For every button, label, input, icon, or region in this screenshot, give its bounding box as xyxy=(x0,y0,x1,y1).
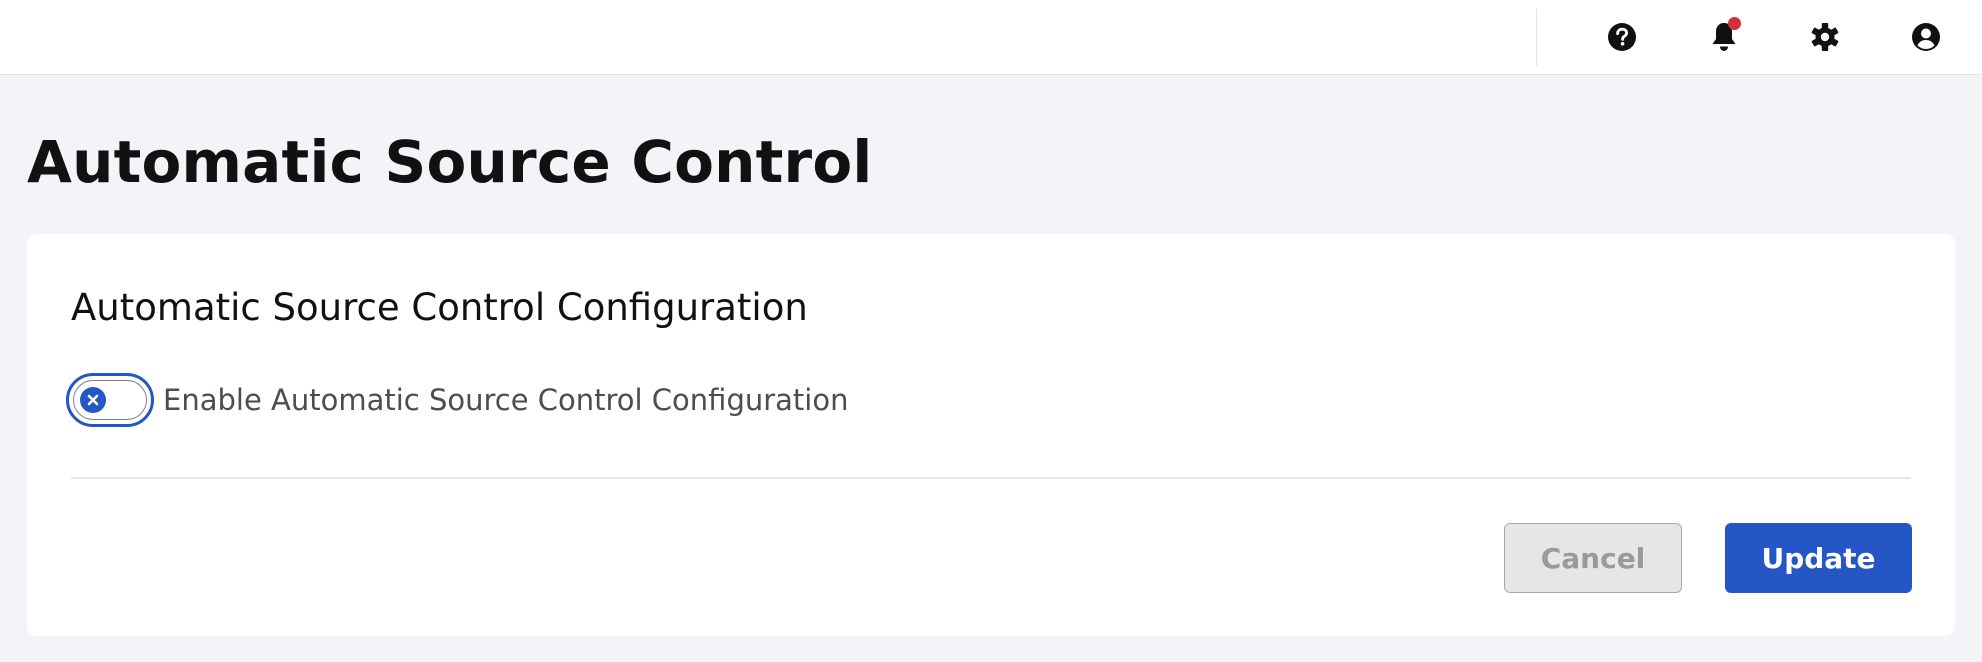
card-divider xyxy=(71,477,1911,479)
page-title: Automatic Source Control xyxy=(27,128,873,196)
help-icon xyxy=(1608,23,1636,51)
top-header xyxy=(0,0,1982,75)
update-button[interactable]: Update xyxy=(1725,523,1912,593)
close-icon xyxy=(87,394,99,406)
card-title: Automatic Source Control Configuration xyxy=(71,286,808,329)
toggle-track xyxy=(73,380,147,420)
config-card: Automatic Source Control Configuration E… xyxy=(27,234,1955,636)
settings-button[interactable] xyxy=(1809,17,1841,57)
notifications-button[interactable] xyxy=(1708,17,1741,57)
enable-toggle[interactable] xyxy=(66,373,154,427)
notification-badge xyxy=(1728,17,1741,30)
user-icon xyxy=(1912,23,1940,51)
cancel-button[interactable]: Cancel xyxy=(1504,523,1682,593)
header-divider xyxy=(1536,9,1537,66)
toggle-knob xyxy=(80,387,106,413)
help-button[interactable] xyxy=(1606,17,1638,57)
account-button[interactable] xyxy=(1910,17,1942,57)
gear-icon xyxy=(1811,23,1839,51)
toggle-label: Enable Automatic Source Control Configur… xyxy=(163,383,849,417)
